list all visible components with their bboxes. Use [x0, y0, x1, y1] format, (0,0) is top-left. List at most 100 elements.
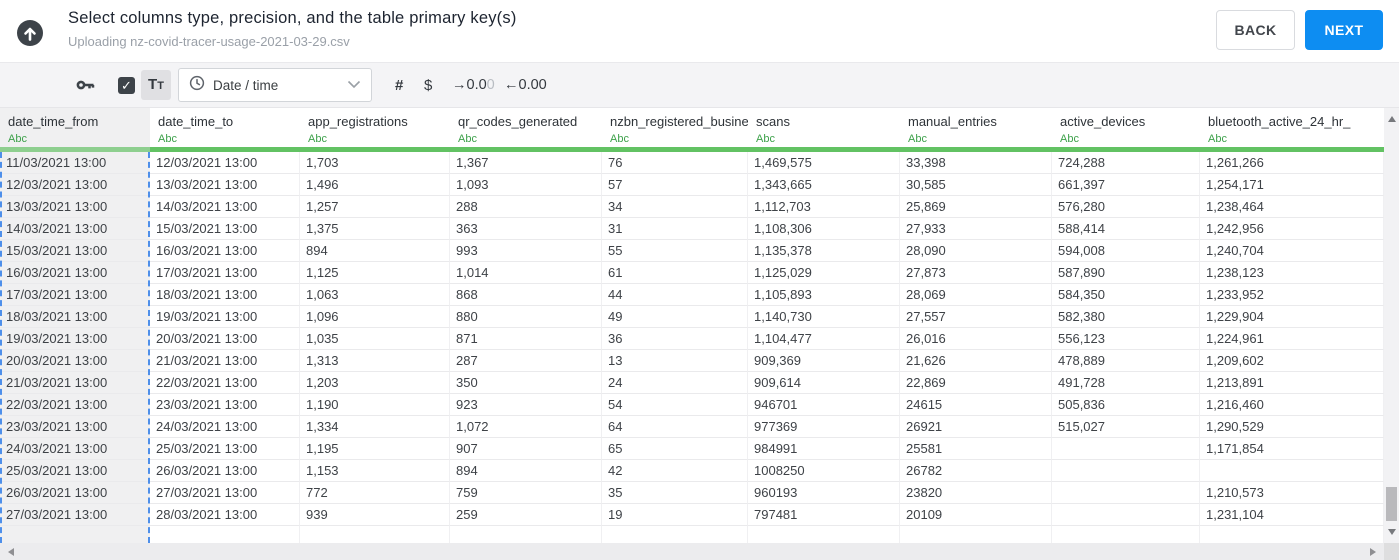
cell[interactable]: 16/03/2021 13:00 — [150, 240, 300, 262]
column-header-date_time_from[interactable]: date_time_from Abc — [0, 108, 150, 152]
cell[interactable]: 1,343,665 — [748, 174, 900, 196]
cell[interactable]: 1,171,854 — [1200, 438, 1384, 460]
cell[interactable]: 27/03/2021 13:00 — [0, 504, 150, 526]
cell[interactable]: 1,240,704 — [1200, 240, 1384, 262]
cell[interactable]: 27,557 — [900, 306, 1052, 328]
cell[interactable]: 22/03/2021 13:00 — [150, 372, 300, 394]
cell[interactable]: 491,728 — [1052, 372, 1200, 394]
cell[interactable]: 1,224,961 — [1200, 328, 1384, 350]
cell[interactable]: 772 — [300, 482, 450, 504]
cell[interactable]: 1,195 — [300, 438, 450, 460]
cell[interactable]: 55 — [602, 240, 748, 262]
cell[interactable] — [1200, 460, 1384, 482]
cell[interactable]: 23/03/2021 13:00 — [150, 394, 300, 416]
cell[interactable]: 21/03/2021 13:00 — [0, 372, 150, 394]
cell[interactable] — [450, 526, 602, 543]
cell[interactable]: 65 — [602, 438, 748, 460]
cell[interactable]: 556,123 — [1052, 328, 1200, 350]
cell[interactable] — [900, 526, 1052, 543]
cell[interactable]: 1,238,464 — [1200, 196, 1384, 218]
cell[interactable]: 61 — [602, 262, 748, 284]
cell[interactable]: 76 — [602, 152, 748, 174]
cell[interactable]: 42 — [602, 460, 748, 482]
cell[interactable]: 25/03/2021 13:00 — [150, 438, 300, 460]
cell[interactable]: 1,063 — [300, 284, 450, 306]
column-header-active_devices[interactable]: active_devices Abc — [1052, 108, 1200, 152]
cell[interactable]: 49 — [602, 306, 748, 328]
column-header-qr_codes_generated[interactable]: qr_codes_generated Abc — [450, 108, 602, 152]
cell[interactable]: 33,398 — [900, 152, 1052, 174]
column-header-nzbn_registered_busine[interactable]: nzbn_registered_busine Abc — [602, 108, 748, 152]
cell[interactable]: 31 — [602, 218, 748, 240]
cell[interactable]: 478,889 — [1052, 350, 1200, 372]
cell[interactable]: 21,626 — [900, 350, 1052, 372]
cell[interactable] — [1052, 482, 1200, 504]
cell[interactable] — [300, 526, 450, 543]
cell[interactable] — [1052, 460, 1200, 482]
cell[interactable]: 1,496 — [300, 174, 450, 196]
cell[interactable]: 1,261,266 — [1200, 152, 1384, 174]
cell[interactable]: 35 — [602, 482, 748, 504]
cell[interactable] — [0, 526, 150, 543]
cell[interactable]: 1,096 — [300, 306, 450, 328]
cell[interactable]: 977369 — [748, 416, 900, 438]
cell[interactable]: 363 — [450, 218, 602, 240]
primary-key-icon[interactable] — [76, 63, 96, 107]
cell[interactable]: 44 — [602, 284, 748, 306]
cell[interactable]: 28,069 — [900, 284, 1052, 306]
cell[interactable]: 582,380 — [1052, 306, 1200, 328]
cell[interactable]: 1,125,029 — [748, 262, 900, 284]
cell[interactable]: 18/03/2021 13:00 — [0, 306, 150, 328]
cell[interactable]: 26/03/2021 13:00 — [150, 460, 300, 482]
column-type-dropdown[interactable]: Date / time — [178, 68, 372, 102]
cell[interactable]: 287 — [450, 350, 602, 372]
scroll-down-icon[interactable] — [1388, 529, 1396, 535]
back-button[interactable]: BACK — [1216, 10, 1295, 50]
cell[interactable]: 17/03/2021 13:00 — [150, 262, 300, 284]
cell[interactable]: 13/03/2021 13:00 — [150, 174, 300, 196]
text-type-button[interactable]: TT — [141, 70, 171, 100]
cell[interactable]: 1,703 — [300, 152, 450, 174]
scroll-up-icon[interactable] — [1388, 116, 1396, 122]
cell[interactable]: 1,135,378 — [748, 240, 900, 262]
cell[interactable]: 25,869 — [900, 196, 1052, 218]
cell[interactable]: 288 — [450, 196, 602, 218]
cell[interactable]: 19/03/2021 13:00 — [0, 328, 150, 350]
cell[interactable]: 1,203 — [300, 372, 450, 394]
cell[interactable]: 880 — [450, 306, 602, 328]
cell[interactable]: 30,585 — [900, 174, 1052, 196]
cell[interactable]: 588,414 — [1052, 218, 1200, 240]
cell[interactable] — [1052, 526, 1200, 543]
cell[interactable]: 594,008 — [1052, 240, 1200, 262]
cell[interactable]: 19 — [602, 504, 748, 526]
cell[interactable]: 1,242,956 — [1200, 218, 1384, 240]
column-header-scans[interactable]: scans Abc — [748, 108, 900, 152]
cell[interactable]: 1,238,123 — [1200, 262, 1384, 284]
column-header-bluetooth_active_24_hr_[interactable]: bluetooth_active_24_hr_ Abc — [1200, 108, 1384, 152]
cell[interactable]: 1,210,573 — [1200, 482, 1384, 504]
cell[interactable]: 26921 — [900, 416, 1052, 438]
cell[interactable]: 584,350 — [1052, 284, 1200, 306]
cell[interactable]: 939 — [300, 504, 450, 526]
cell[interactable]: 1008250 — [748, 460, 900, 482]
cell[interactable]: 28/03/2021 13:00 — [150, 504, 300, 526]
cell[interactable]: 1,105,893 — [748, 284, 900, 306]
cell[interactable]: 1,093 — [450, 174, 602, 196]
cell[interactable]: 36 — [602, 328, 748, 350]
include-column-checkbox[interactable]: ✓ — [118, 77, 135, 94]
cell[interactable]: 1,367 — [450, 152, 602, 174]
cell[interactable] — [150, 526, 300, 543]
cell[interactable]: 24 — [602, 372, 748, 394]
cell[interactable]: 54 — [602, 394, 748, 416]
cell[interactable]: 1,469,575 — [748, 152, 900, 174]
horizontal-scrollbar[interactable] — [0, 543, 1384, 560]
cell[interactable]: 24/03/2021 13:00 — [0, 438, 150, 460]
cell[interactable]: 587,890 — [1052, 262, 1200, 284]
vertical-scrollbar-thumb[interactable] — [1386, 487, 1397, 521]
cell[interactable] — [602, 526, 748, 543]
cell[interactable]: 946701 — [748, 394, 900, 416]
cell[interactable]: 1,209,602 — [1200, 350, 1384, 372]
cell[interactable]: 909,614 — [748, 372, 900, 394]
cell[interactable]: 1,334 — [300, 416, 450, 438]
cell[interactable] — [1200, 526, 1384, 543]
